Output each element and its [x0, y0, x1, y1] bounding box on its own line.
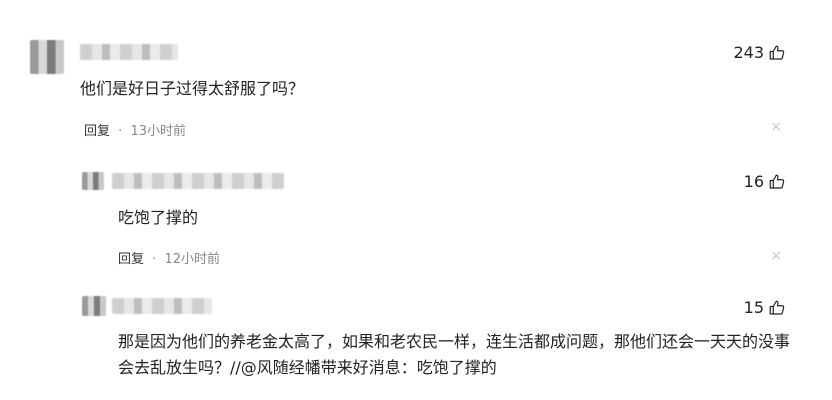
like-count: 243	[733, 43, 764, 62]
reply-button[interactable]: 回复	[84, 124, 110, 139]
comment-time: 12小时前	[164, 252, 220, 267]
close-icon[interactable]: ×	[770, 248, 782, 264]
thumbs-up-icon	[769, 174, 785, 189]
username-blurred[interactable]	[112, 173, 284, 189]
comment-text: 那是因为他们的养老金太高了，如果和老农民一样，连生活都成问题，那他们还会一天天的…	[118, 332, 791, 377]
reply-item: 15 那是因为他们的养老金太高了，如果和老农民一样，连生活都成问题，那他们还会一…	[0, 285, 832, 400]
comment-time: 13小时前	[130, 124, 186, 139]
comment-meta: 回复 · 12小时前	[118, 248, 220, 267]
comment-item: 243 他们是好日子过得太舒服了吗？ 回复 · 13小时前 ×	[0, 0, 832, 150]
comment-text: 吃饱了撑的	[118, 208, 199, 227]
like-count: 15	[743, 298, 764, 317]
meta-separator: ·	[118, 124, 123, 139]
comment-meta: 回复 · 13小时前	[84, 120, 186, 139]
username-blurred[interactable]	[112, 298, 212, 314]
like-count: 16	[743, 172, 764, 191]
reply-button[interactable]: 回复	[118, 252, 144, 267]
comment-text: 他们是好日子过得太舒服了吗？	[80, 79, 305, 98]
reply-item: 16 吃饱了撑的 回复 · 12小时前 ×	[0, 160, 832, 270]
avatar[interactable]	[82, 296, 106, 316]
thumbs-up-icon	[769, 300, 785, 315]
like-button[interactable]: 16	[744, 172, 786, 191]
like-button[interactable]: 243	[733, 43, 786, 62]
close-icon[interactable]: ×	[770, 119, 782, 135]
thumbs-up-icon	[769, 45, 785, 60]
avatar[interactable]	[82, 172, 104, 190]
meta-separator: ·	[152, 252, 157, 267]
avatar[interactable]	[30, 40, 64, 74]
username-blurred[interactable]	[80, 44, 178, 60]
like-button[interactable]: 15	[744, 298, 786, 317]
